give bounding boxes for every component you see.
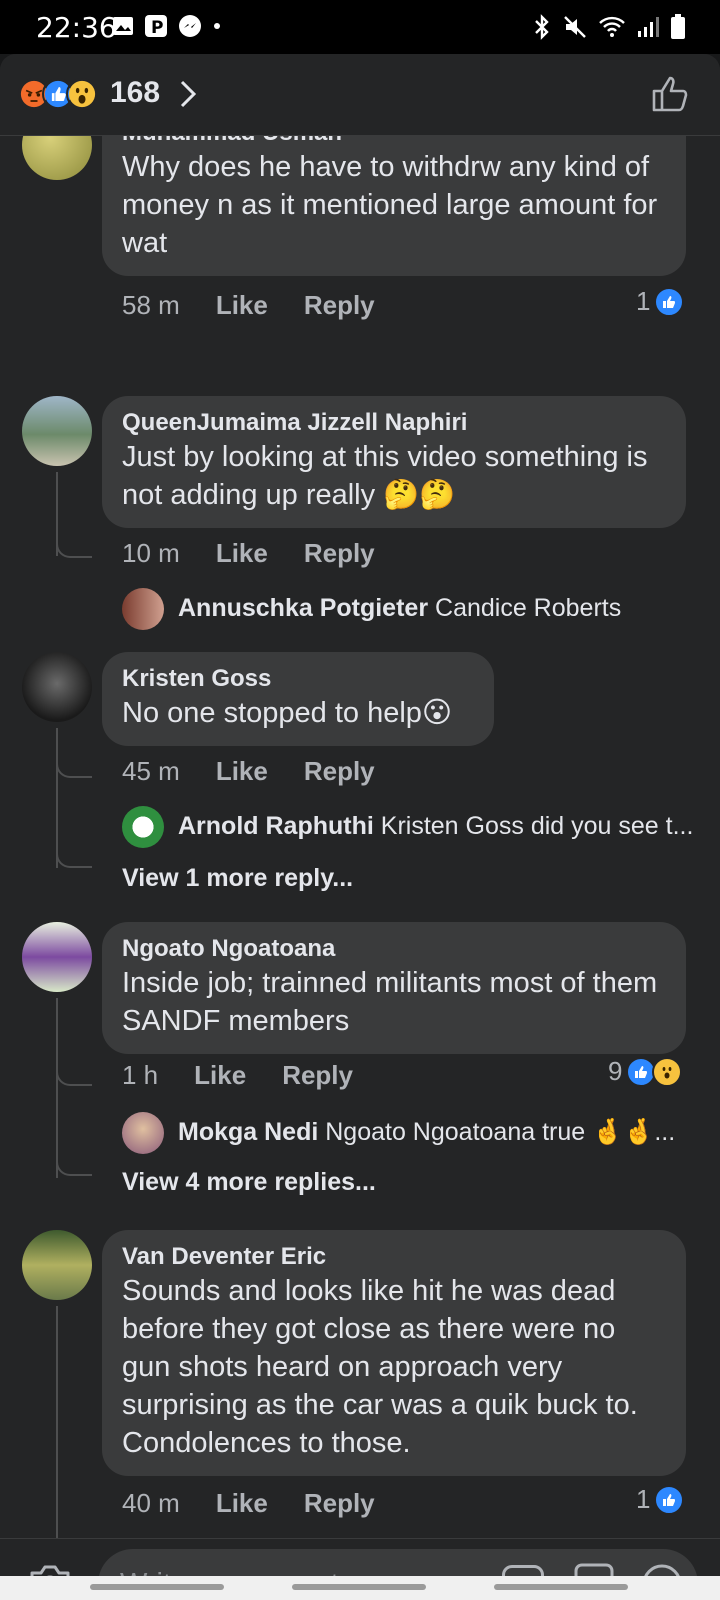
comment-actions: 58 m Like Reply <box>122 290 375 321</box>
comment-bubble[interactable]: Muhammad Usman Why does he have to withd… <box>102 136 686 276</box>
comment-text: Why does he have to withdrw any kind of … <box>122 151 658 259</box>
comment-author[interactable]: Ngoato Ngoatoana <box>122 934 666 964</box>
reaction-summary[interactable]: 1 <box>636 1484 685 1515</box>
gallery-notification-icon <box>113 17 133 35</box>
like-badge-icon <box>654 286 685 317</box>
avatar[interactable] <box>22 136 92 180</box>
avatar[interactable] <box>22 652 92 722</box>
reply-text: Kristen Goss did you see t... <box>380 812 694 840</box>
like-badge-icon <box>654 1484 685 1515</box>
comment-bubble[interactable]: Van Deventer Eric Sounds and looks like … <box>102 1230 686 1476</box>
reply-text: Candice Roberts <box>435 594 622 622</box>
comment-bubble[interactable]: Kristen Goss No one stopped to help😮 <box>102 652 494 746</box>
comment-author[interactable]: Van Deventer Eric <box>122 1242 666 1272</box>
reaction-summary[interactable]: 1 <box>636 286 685 317</box>
dot-icon <box>214 23 220 29</box>
comment-list[interactable]: Muhammad Usman Why does he have to withd… <box>0 136 720 1538</box>
reply-author[interactable]: Arnold Raphuthi <box>178 812 374 840</box>
comment-text: Sounds and looks like hit he was dead be… <box>122 1275 638 1459</box>
comment-author[interactable]: Muhammad Usman <box>122 136 666 148</box>
thread-branch <box>56 756 92 778</box>
thread-line <box>56 1306 58 1538</box>
battery-icon <box>671 14 685 39</box>
chevron-right-icon[interactable] <box>178 78 198 110</box>
signal-icon <box>638 17 659 37</box>
reaction-count: 1 <box>636 1484 651 1514</box>
mute-icon <box>564 16 586 38</box>
reply-author[interactable]: Annuschka Potgieter <box>178 594 428 622</box>
reply-button[interactable]: Reply <box>304 756 375 787</box>
nav-recents-button[interactable] <box>90 1584 224 1590</box>
thread-branch <box>56 1064 92 1086</box>
comment-time[interactable]: 1 h <box>122 1060 158 1091</box>
comment-actions: 40 m Like Reply <box>122 1488 375 1519</box>
reply-preview[interactable]: Arnold Raphuthi Kristen Goss did you see… <box>178 812 693 841</box>
reactions-header[interactable]: 168 <box>0 54 720 136</box>
like-button[interactable]: Like <box>194 1060 246 1091</box>
status-bar: 22:36 P <box>0 0 720 54</box>
comment-bubble[interactable]: Ngoato Ngoatoana Inside job; trainned mi… <box>102 922 686 1054</box>
svg-text:P: P <box>151 18 163 38</box>
comment-time[interactable]: 45 m <box>122 756 180 787</box>
thread-branch <box>56 536 92 558</box>
comment-text: No one stopped to help😮 <box>122 697 453 729</box>
reply-button[interactable]: Reply <box>282 1060 353 1091</box>
reaction-count: 1 <box>636 286 651 316</box>
clock: 22:36 <box>36 11 117 44</box>
avatar[interactable] <box>122 1112 164 1154</box>
like-button[interactable]: Like <box>216 756 268 787</box>
view-more-replies-link[interactable]: View 1 more reply... <box>122 864 353 893</box>
comment-actions: 45 m Like Reply <box>122 756 375 787</box>
comment-time[interactable]: 40 m <box>122 1488 180 1519</box>
avatar[interactable] <box>122 806 164 848</box>
nav-home-button[interactable] <box>292 1584 426 1590</box>
reply-preview[interactable]: Mokga Nedi Ngoato Ngoatoana true 🤞🤞... <box>178 1118 675 1147</box>
reaction-count: 9 <box>608 1056 623 1086</box>
thread-branch <box>56 1154 92 1176</box>
comment-author[interactable]: Kristen Goss <box>122 664 474 694</box>
like-outline-icon[interactable] <box>650 74 690 114</box>
comment-text: Just by looking at this video something … <box>122 441 648 511</box>
avatar[interactable] <box>122 588 164 630</box>
messenger-notification-icon <box>179 15 201 37</box>
reply-text: Ngoato Ngoatoana true 🤞🤞... <box>325 1118 676 1146</box>
reaction-count[interactable]: 168 <box>110 76 160 110</box>
reaction-icons <box>18 78 108 110</box>
thread-branch <box>56 846 92 868</box>
comment-actions: 10 m Like Reply <box>122 538 375 569</box>
p-notification-icon: P <box>145 15 167 38</box>
avatar[interactable] <box>22 396 92 466</box>
comments-sheet: 168 Muhammad Usman Why does he have to w… <box>0 54 720 1600</box>
nav-back-button[interactable] <box>494 1584 628 1590</box>
system-navigation-bar <box>0 1576 720 1600</box>
wow-icon <box>66 78 98 110</box>
wifi-icon <box>599 16 625 37</box>
comment-author[interactable]: QueenJumaima Jizzell Naphiri <box>122 408 666 438</box>
like-button[interactable]: Like <box>216 538 268 569</box>
comment-actions: 1 h Like Reply <box>122 1060 353 1091</box>
comment-text: Inside job; trainned militants most of t… <box>122 967 658 1037</box>
bluetooth-icon <box>535 14 549 40</box>
like-button[interactable]: Like <box>216 290 268 321</box>
comment-time[interactable]: 10 m <box>122 538 180 569</box>
reply-button[interactable]: Reply <box>304 1488 375 1519</box>
wow-badge-icon <box>652 1056 683 1087</box>
comment-bubble[interactable]: QueenJumaima Jizzell Naphiri Just by loo… <box>102 396 686 528</box>
thread-line <box>56 998 58 1178</box>
reply-button[interactable]: Reply <box>304 290 375 321</box>
view-more-replies-link[interactable]: View 4 more replies... <box>122 1168 376 1197</box>
reply-button[interactable]: Reply <box>304 538 375 569</box>
avatar[interactable] <box>22 922 92 992</box>
reply-preview[interactable]: Annuschka Potgieter Candice Roberts <box>178 594 621 623</box>
reaction-summary[interactable]: 9 <box>608 1056 683 1087</box>
reply-author[interactable]: Mokga Nedi <box>178 1118 318 1146</box>
like-button[interactable]: Like <box>216 1488 268 1519</box>
comment-time[interactable]: 58 m <box>122 290 180 321</box>
avatar[interactable] <box>22 1230 92 1300</box>
